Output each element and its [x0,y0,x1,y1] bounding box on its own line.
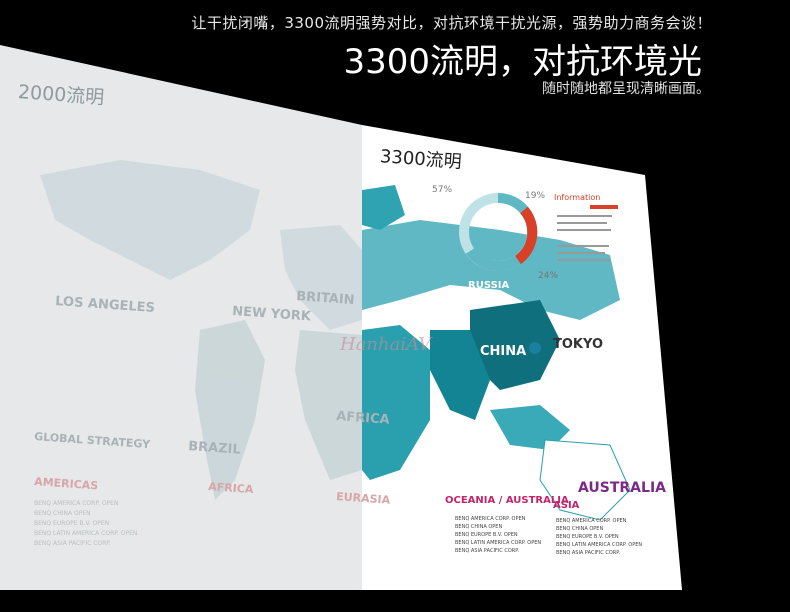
right-line-3: BENQ EUROPE B.V. OPEN [455,532,518,538]
banner-headline: 3300流明，对抗环境光 [343,42,702,82]
asia-line-2: BENQ CHINA OPEN [556,526,603,532]
right-line-1: BENQ AMERICA CORP. OPEN [455,516,526,522]
city-tokyo: TOKYO [553,337,603,352]
banner-top-line: 让干扰闭嘴，3300流明强势对比，对抗环境干扰光源，强势助力商务会谈！ [191,14,712,32]
right-line-2: BENQ CHINA OPEN [455,524,502,530]
banner-header: 让干扰闭嘴，3300流明强势对比，对抗环境干扰光源，强势助力商务会谈！ 3300… [0,0,790,120]
left-line-5: BENQ ASIA PACIFIC CORP. [34,540,111,547]
percent-19: 19% [525,191,545,201]
watermark: HanhaiAV [339,334,433,355]
city-russia: RUSSIA [468,280,509,291]
left-line-1: BENQ AMERICA CORP. OPEN [34,500,118,507]
right-line-4: BENQ LATIN AMERICA CORP. OPEN [455,540,541,546]
asia-label: ASIA [553,500,580,511]
percent-57: 57% [432,185,452,195]
percent-24: 24% [538,271,558,281]
asia-line-4: BENQ LATIN AMERICA CORP. OPEN [556,542,642,548]
asia-line-5: BENQ ASIA PACIFIC CORP. [556,550,620,556]
asia-line-1: BENQ AMERICA CORP. OPEN [556,518,627,524]
left-line-4: BENQ LATIN AMERICA CORP. OPEN [34,530,137,537]
asia-line-3: BENQ EUROPE B.V. OPEN [556,534,619,540]
right-line-5: BENQ ASIA PACIFIC CORP. [455,548,519,554]
banner-subline: 随时随地都呈现清晰画面。 [542,81,710,97]
left-line-2: BENQ CHINA OPEN [34,510,91,517]
city-australia: AUSTRALIA [578,480,666,496]
oceania-label: OCEANIA / AUSTRALIA [445,495,569,506]
left-line-3: BENQ EUROPE B.V. OPEN [34,520,109,527]
japan-shape [529,342,541,354]
info-title: Information [554,193,600,202]
info-arrow [590,205,618,209]
city-china: CHINA [480,344,526,359]
